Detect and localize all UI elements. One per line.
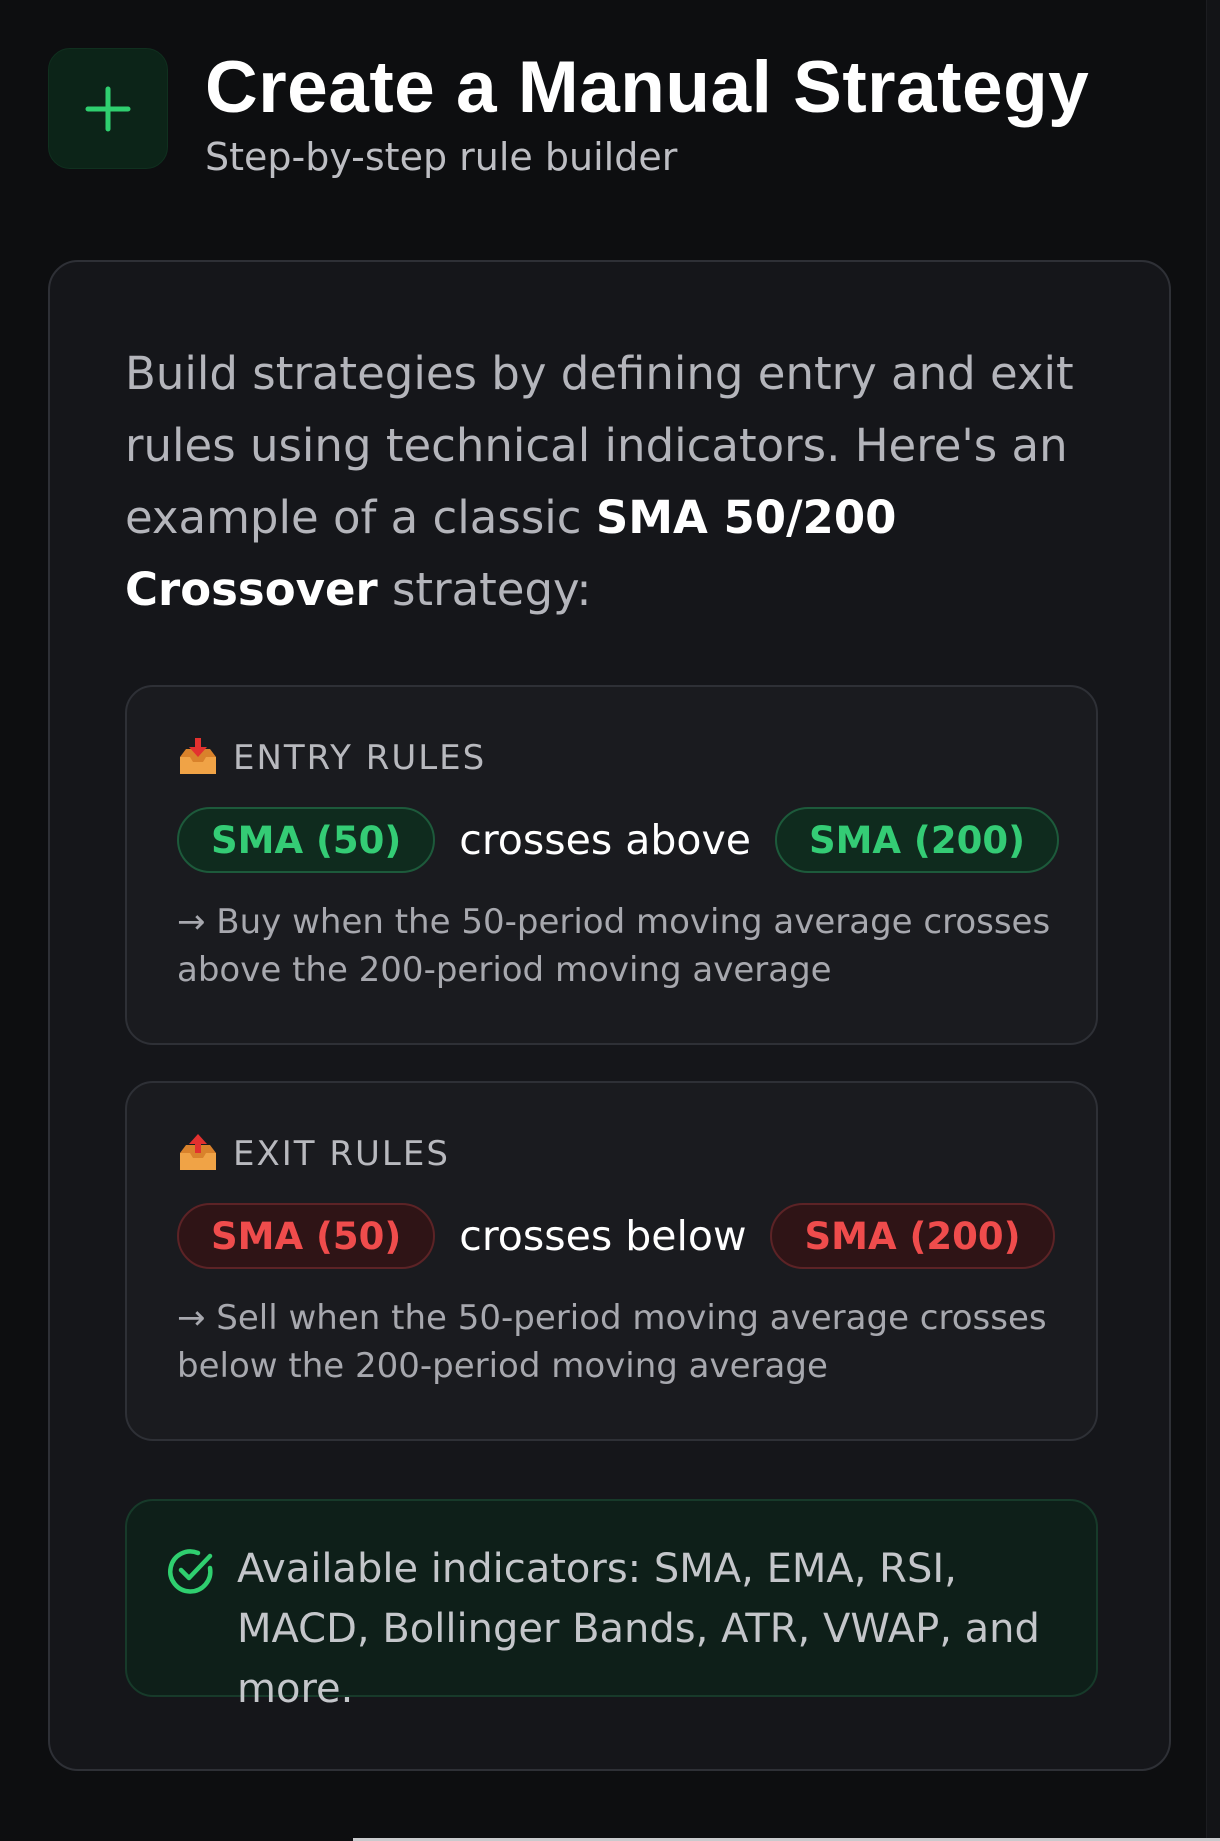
header: Create a Manual Strategy Step-by-step ru…	[48, 46, 1089, 180]
entry-right-indicator-chip[interactable]: SMA (200)	[774, 807, 1059, 873]
outbox-tray-icon	[180, 1134, 216, 1170]
entry-left-indicator-chip[interactable]: SMA (50)	[177, 807, 436, 873]
intro-text: Build strategies by defining entry and e…	[125, 338, 1085, 626]
exit-operator[interactable]: crosses below	[459, 1212, 746, 1260]
scrollbar-track[interactable]	[1206, 0, 1220, 1841]
page: Create a Manual Strategy Step-by-step ru…	[0, 0, 1220, 1841]
exit-rules-label: EXIT RULES	[233, 1134, 450, 1174]
exit-left-indicator-chip[interactable]: SMA (50)	[177, 1203, 436, 1269]
strategy-card: Build strategies by defining entry and e…	[48, 260, 1171, 1771]
exit-rule-description: → Sell when the 50-period moving average…	[177, 1298, 1047, 1386]
check-circle-icon	[168, 1549, 213, 1594]
add-strategy-button[interactable]	[48, 48, 168, 169]
inbox-tray-icon	[180, 738, 216, 774]
info-text: Available indicators: SMA, EMA, RSI, MAC…	[237, 1546, 1040, 1712]
exit-rules-box: EXIT RULES SMA (50) crosses below SMA (2…	[125, 1081, 1098, 1441]
entry-rules-box: ENTRY RULES SMA (50) crosses above SMA (…	[125, 685, 1098, 1045]
entry-rules-label: ENTRY RULES	[233, 738, 487, 778]
page-subtitle: Step-by-step rule builder	[205, 135, 678, 179]
exit-rules-header: EXIT RULES	[177, 1133, 450, 1175]
intro-text-after: strategy:	[377, 563, 592, 616]
entry-rule-description: → Buy when the 50-period moving average …	[177, 902, 1051, 990]
header-titles: Create a Manual Strategy Step-by-step ru…	[205, 46, 1089, 180]
page-title: Create a Manual Strategy	[205, 47, 1090, 128]
entry-rules-header: ENTRY RULES	[177, 737, 486, 779]
entry-condition: SMA (50) crosses above SMA (200)	[177, 807, 1059, 873]
info-callout: Available indicators: SMA, EMA, RSI, MAC…	[125, 1499, 1098, 1712]
exit-right-indicator-chip[interactable]: SMA (200)	[770, 1203, 1055, 1269]
exit-condition: SMA (50) crosses below SMA (200)	[177, 1203, 1055, 1269]
plus-icon	[85, 86, 131, 131]
entry-operator[interactable]: crosses above	[459, 816, 751, 864]
